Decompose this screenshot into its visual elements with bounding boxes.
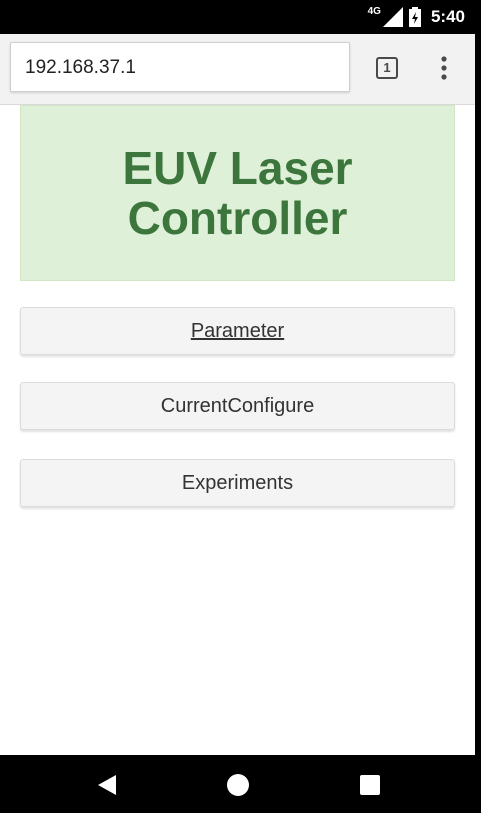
parameter-button[interactable]: Parameter bbox=[20, 307, 455, 355]
status-indicators: 4G 5:40 bbox=[368, 6, 465, 28]
browser-toolbar: 192.168.37.1 1 bbox=[0, 34, 475, 105]
url-bar[interactable]: 192.168.37.1 bbox=[10, 42, 350, 92]
hero-banner: EUV Laser Controller bbox=[20, 105, 455, 281]
status-bar: 4G 5:40 bbox=[0, 0, 481, 34]
home-icon[interactable] bbox=[225, 772, 251, 798]
clock: 5:40 bbox=[430, 7, 465, 26]
system-navigation-bar bbox=[0, 755, 481, 813]
url-text: 192.168.37.1 bbox=[25, 57, 136, 78]
battery-icon bbox=[408, 7, 421, 27]
tab-switcher-button[interactable]: 1 bbox=[376, 57, 398, 79]
signal-icon bbox=[382, 7, 403, 27]
current-configure-button[interactable]: CurrentConfigure bbox=[20, 382, 455, 430]
recents-icon[interactable] bbox=[357, 772, 383, 798]
experiments-button[interactable]: Experiments bbox=[20, 459, 455, 507]
screen-edge bbox=[475, 34, 481, 755]
back-icon[interactable] bbox=[94, 772, 120, 798]
web-page: EUV Laser Controller Parameter CurrentCo… bbox=[0, 105, 475, 755]
overflow-menu-icon[interactable] bbox=[434, 54, 454, 82]
page-title: EUV Laser Controller bbox=[122, 142, 353, 244]
network-type-label: 4G bbox=[367, 5, 381, 17]
